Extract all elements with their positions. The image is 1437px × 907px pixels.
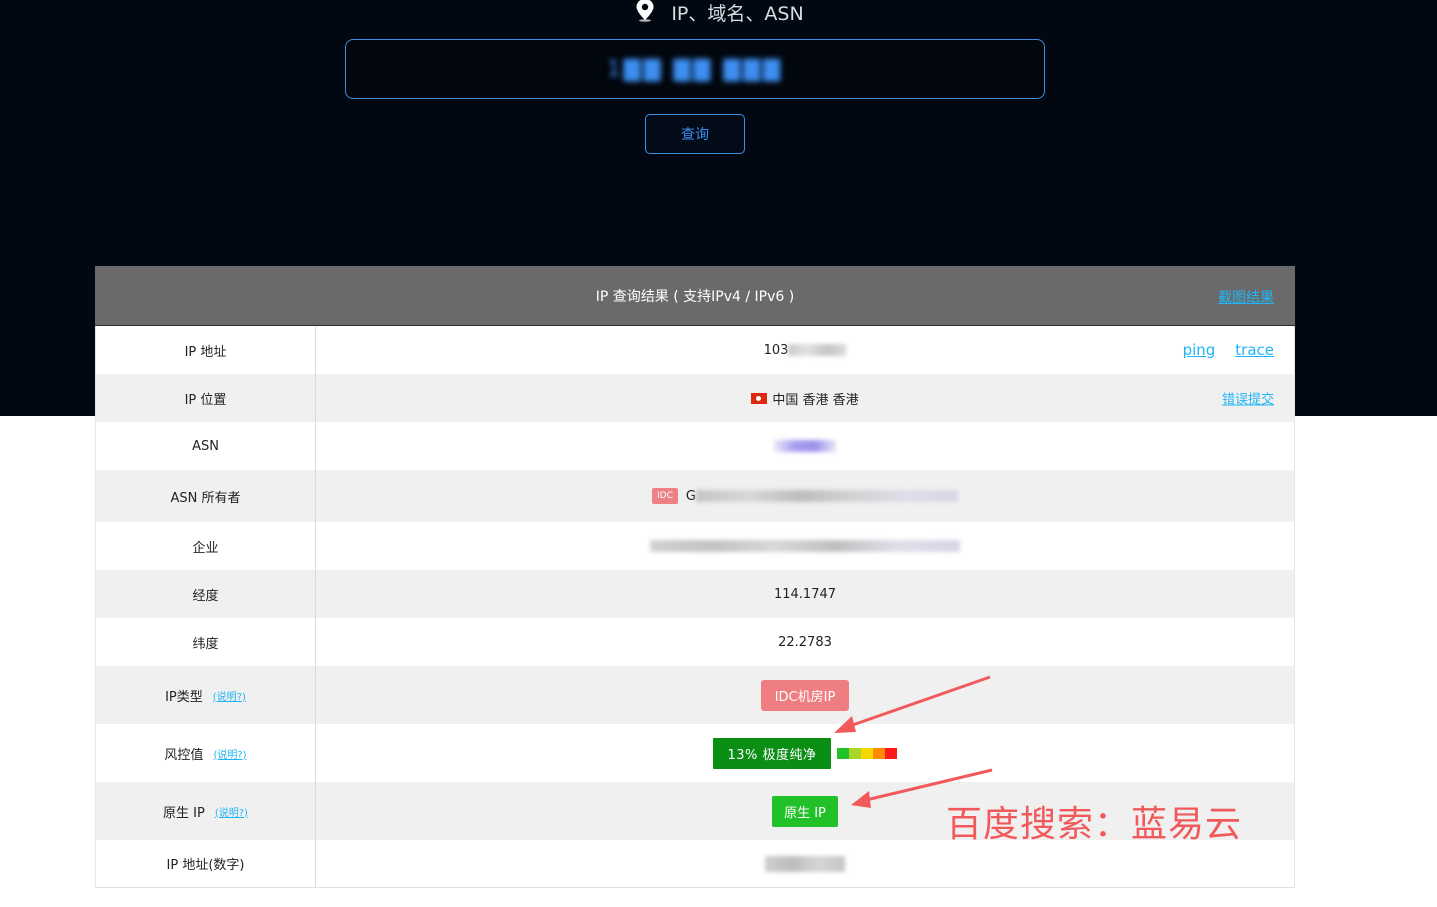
latitude-value: 22.2783 (778, 634, 832, 650)
risk-scale-segment (884, 747, 897, 759)
risk-scale-segment (872, 747, 885, 759)
row-asn: ASN (95, 422, 1295, 470)
row-value: IDC机房IP (316, 666, 1294, 724)
row-asn-owner: ASN 所有者 IDC G (95, 470, 1295, 522)
risk-help-link[interactable]: (说明?) (213, 746, 246, 761)
query-button[interactable]: 查询 (645, 114, 745, 154)
row-ip-location: IP 位置 中国 香港 香港 错误提交 (95, 374, 1295, 422)
search-input[interactable]: 1▇▇ ▇▇ ▇▇▇ (345, 39, 1045, 99)
row-value (316, 840, 1294, 887)
screenshot-result-link[interactable]: 截图结果 (1218, 287, 1274, 307)
risk-scale-segment (836, 747, 849, 759)
redacted-company (650, 540, 960, 552)
risk-label: 风控值 (164, 747, 204, 763)
risk-scale-bar (836, 747, 897, 759)
trace-link[interactable]: trace (1235, 341, 1274, 359)
row-longitude: 经度 114.1747 (95, 570, 1295, 618)
idc-ip-type-badge: IDC机房IP (760, 679, 850, 711)
row-ip-numeric: IP 地址(数字) (95, 840, 1295, 888)
hong-kong-flag-icon (751, 392, 768, 404)
redacted-asn-owner (695, 490, 958, 502)
ping-link[interactable]: ping (1183, 341, 1216, 359)
row-value: 103 ping trace (316, 326, 1294, 374)
row-company: 企业 (95, 522, 1295, 570)
longitude-value: 114.1747 (773, 586, 837, 602)
results-title: IP 查询结果 ( 支持IPv4 / IPv6 ) (595, 288, 795, 305)
redacted-ip-numeric (765, 855, 845, 872)
location-value: 中国 香港 香港 (772, 392, 859, 408)
row-label: IP 位置 (96, 374, 316, 422)
native-ip-badge: 原生 IP (772, 795, 838, 827)
redacted-asn (774, 440, 836, 452)
row-risk-score: 风控值 (说明?) 13% 极度纯净 (95, 724, 1295, 782)
row-label: 企业 (96, 522, 316, 570)
row-value (316, 522, 1294, 570)
asn-owner-value: G (685, 488, 696, 504)
search-input-value: 1▇▇ ▇▇ ▇▇▇ (606, 56, 784, 82)
native-help-link[interactable]: (说明?) (215, 804, 248, 819)
row-label: 经度 (96, 570, 316, 618)
native-ip-label: 原生 IP (163, 805, 205, 821)
results-header: IP 查询结果 ( 支持IPv4 / IPv6 ) 截图结果 (95, 266, 1295, 326)
row-label: ASN (96, 422, 316, 470)
row-value (316, 422, 1294, 470)
row-label: 纬度 (96, 618, 316, 666)
search-title: IP、域名、ASN (0, 0, 1437, 25)
row-ip-address: IP 地址 103 ping trace (95, 326, 1295, 374)
watermark-annotation: 百度搜索：蓝易云 (946, 804, 1243, 845)
idc-tag: IDC (652, 488, 678, 504)
row-value: IDC G (316, 470, 1294, 522)
row-ip-type: IP类型 (说明?) IDC机房IP (95, 666, 1295, 724)
report-error-link[interactable]: 错误提交 (1222, 389, 1274, 408)
row-label: IP类型 (说明?) (96, 666, 316, 724)
row-value: 13% 极度纯净 (316, 724, 1294, 782)
ip-type-help-link[interactable]: (说明?) (213, 688, 246, 703)
row-value: 中国 香港 香港 错误提交 (316, 374, 1294, 422)
location-pin-icon (636, 0, 654, 22)
row-label: IP 地址(数字) (96, 840, 316, 887)
row-label: 原生 IP (说明?) (96, 782, 316, 840)
risk-score-badge: 13% 极度纯净 (713, 737, 831, 769)
ip-tools: ping trace (1183, 341, 1274, 359)
row-latitude: 纬度 22.2783 (95, 618, 1295, 666)
redacted-ip (788, 344, 847, 356)
row-label: 风控值 (说明?) (96, 724, 316, 782)
risk-scale-segment (848, 747, 861, 759)
ip-type-label: IP类型 (165, 689, 203, 705)
row-label: IP 地址 (96, 326, 316, 374)
ip-address-value: 103 (763, 342, 789, 358)
risk-scale-segment (860, 747, 873, 759)
row-label: ASN 所有者 (96, 470, 316, 522)
search-title-text: IP、域名、ASN (671, 2, 804, 25)
